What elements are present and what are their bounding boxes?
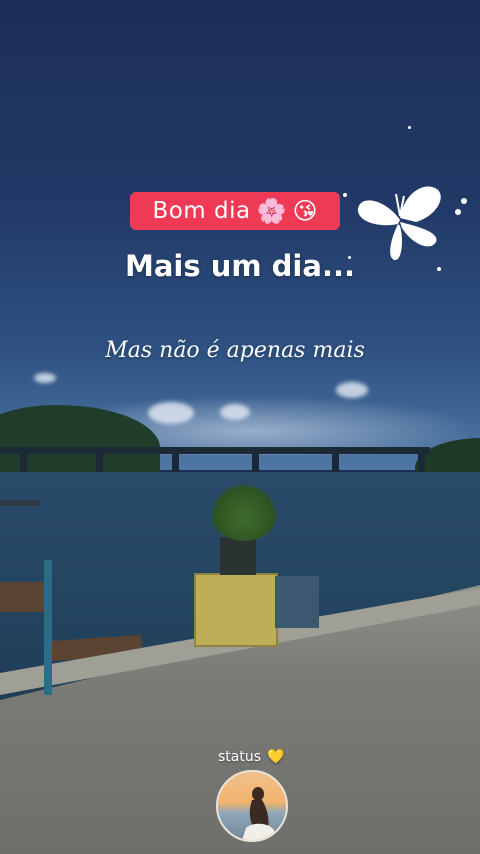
bridge: [0, 447, 430, 454]
cloud: [34, 373, 56, 383]
status-text: status: [218, 749, 262, 765]
subline: Mas não é apenas mais: [105, 338, 365, 363]
greeting-text: Bom dia: [152, 198, 251, 224]
kiss-face-icon: 😘: [292, 197, 318, 225]
plant-leaves: [210, 483, 278, 541]
yellow-heart-icon: 💛: [267, 749, 285, 765]
sparkle-icon: [461, 198, 467, 204]
boat: [0, 500, 40, 506]
status-label: status 💛: [218, 749, 284, 765]
greeting-badge: Bom dia 🌸 😘: [130, 192, 340, 230]
headline: Mais um dia...: [124, 249, 355, 283]
plant-pot: [220, 537, 256, 575]
sparkle-icon: [343, 193, 347, 197]
cherry-blossom-icon: 🌸: [256, 197, 287, 225]
story-screen[interactable]: Bom dia 🌸 😘 Mais um dia... Mas não é ape…: [0, 0, 480, 854]
mooring-pole: [44, 560, 52, 695]
sparkle-icon: [408, 126, 411, 129]
avatar[interactable]: [216, 770, 288, 842]
planter-box: [194, 573, 278, 647]
avatar-silhouette: [242, 787, 274, 840]
trash-bin: [275, 576, 319, 628]
sparkle-icon: [455, 209, 461, 215]
boat: [0, 582, 48, 612]
